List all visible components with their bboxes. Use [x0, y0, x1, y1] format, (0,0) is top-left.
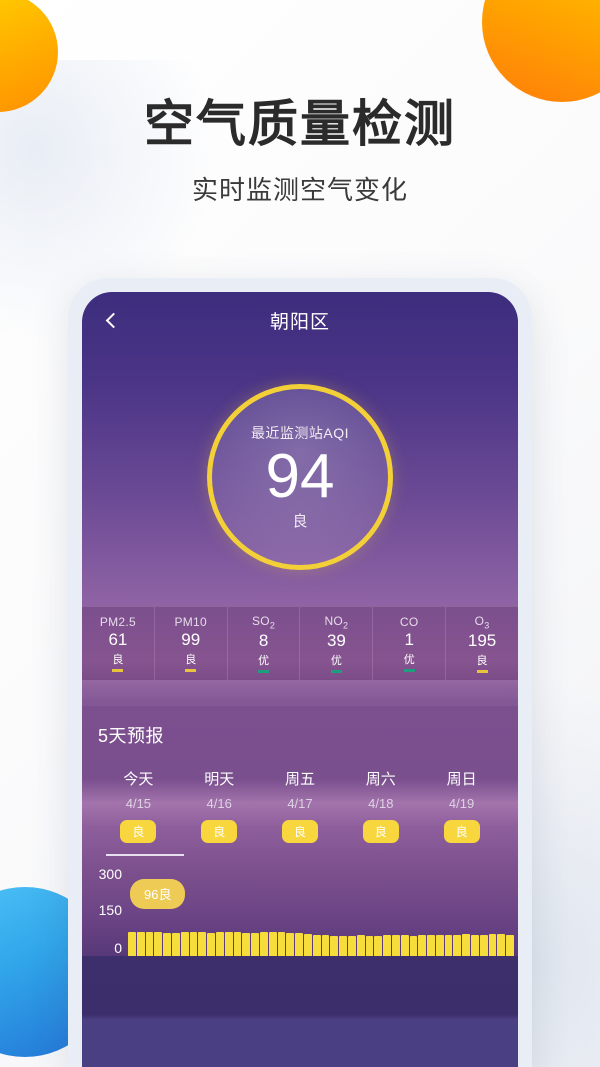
- chart-y-tick-label: 0: [114, 940, 122, 956]
- forecast-level-badge: 良: [362, 820, 399, 843]
- forecast-day-item[interactable]: 今天 4/15 良: [98, 768, 184, 857]
- forecast-day-label: 周五: [284, 771, 315, 788]
- forecast-date-label: 4/19: [448, 796, 475, 811]
- aqi-dial[interactable]: 最近监测站AQI 94 良: [207, 384, 393, 570]
- chart-y-tick-label: 150: [98, 902, 122, 918]
- page-title: 空气质量检测: [144, 96, 456, 152]
- chart-tooltip: 96良: [130, 879, 186, 909]
- forecast-day-label: 周日: [446, 771, 477, 788]
- aqi-dial-value: 94: [265, 441, 335, 511]
- forecast-day-label: 今天: [123, 771, 154, 788]
- pollutant-value: 61: [108, 630, 128, 649]
- section-divider-band: [82, 680, 518, 706]
- forecast-level-badge: 良: [201, 820, 238, 843]
- location-title: 朝阳区: [269, 311, 330, 333]
- pollutant-cell[interactable]: O3 195 良: [446, 607, 518, 680]
- forecast-day-item[interactable]: 周五 4/17 良: [260, 768, 341, 857]
- pollutant-cell[interactable]: PM2.5 61 良: [82, 607, 155, 680]
- aqi-dial-section: 最近监测站AQI 94 良: [82, 348, 518, 606]
- forecast-level-badge: 良: [443, 820, 480, 843]
- forecast-day-item[interactable]: 周日 4/19 良: [421, 768, 502, 857]
- forecast-day-label: 周六: [365, 771, 396, 788]
- decorative-circle-orange-right: [482, 0, 600, 102]
- forecast-date-label: 4/17: [287, 796, 313, 811]
- pollutant-level-badge: 优: [330, 652, 342, 674]
- forecast-title: 5天预报: [98, 726, 165, 746]
- pollutant-name: PM2.5: [99, 615, 136, 629]
- forecast-day-item[interactable]: 明天 4/16 良: [179, 768, 260, 857]
- forecast-day-item[interactable]: 周六 4/18 良: [340, 768, 421, 857]
- forecast-date-label: 4/16: [206, 796, 232, 811]
- pollutant-level-badge: 优: [258, 652, 270, 674]
- pollutant-level-badge: 良: [112, 651, 124, 672]
- forecast-selected-indicator: [106, 854, 184, 856]
- pollutant-value: 1: [404, 630, 414, 649]
- app-screen: 朝阳区 最近监测站AQI 94 良 PM2.5 61 良 PM10 99 良 SO2 8 优 NO…: [82, 292, 518, 1067]
- aqi-dial-caption: 最近监测站AQI: [250, 424, 350, 441]
- page-subtitle: 实时监测空气变化: [191, 175, 408, 205]
- aqi-dial-level: 良: [292, 513, 308, 531]
- pollutant-name: CO: [399, 615, 419, 629]
- screen-bottom-area: [82, 956, 518, 1067]
- pollutant-value: 8: [258, 631, 269, 651]
- pollutant-value: 195: [467, 631, 497, 651]
- pollutant-level-badge: 良: [185, 651, 197, 672]
- forecast-level-badge: 良: [281, 820, 318, 843]
- forecast-day-row: 今天 4/15 良 明天 4/16 良 周五 4/17 良 周六 4/18 良 周日 4/19 良: [98, 768, 502, 857]
- pollutant-name: NO2: [324, 613, 349, 631]
- back-button[interactable]: [100, 307, 126, 333]
- forecast-date-label: 4/15: [125, 796, 152, 811]
- pollutant-value: 99: [181, 630, 201, 649]
- promo-text-block: 空气质量检测 实时监测空气变化: [0, 96, 600, 207]
- pollutant-cell[interactable]: CO 1 优: [373, 607, 447, 680]
- pollutant-name: PM10: [174, 615, 208, 629]
- pollutant-cell[interactable]: NO2 39 优: [300, 607, 374, 680]
- forecast-level-badge: 良: [120, 820, 157, 843]
- pollutant-strip: PM2.5 61 良 PM10 99 良 SO2 8 优 NO2 39 优 CO 1 优 O3 195 良: [82, 606, 518, 680]
- chart-y-tick-label: 300: [98, 866, 122, 882]
- chevron-left-icon: [105, 312, 121, 328]
- pollutant-cell[interactable]: SO2 8 优: [228, 607, 301, 680]
- pollutant-value: 39: [326, 631, 346, 651]
- chart-bars-region: 96良: [128, 869, 515, 961]
- pollutant-level-badge: 优: [403, 651, 415, 672]
- forecast-date-label: 4/18: [368, 796, 394, 811]
- forecast-day-label: 明天: [204, 771, 235, 788]
- pollutant-cell[interactable]: PM10 99 良: [155, 607, 228, 680]
- phone-mockup-frame: 朝阳区 最近监测站AQI 94 良 PM2.5 61 良 PM10 99 良 SO2 8 优 NO…: [68, 278, 532, 1067]
- pollutant-name: SO2: [251, 613, 276, 631]
- app-topbar: 朝阳区: [82, 292, 518, 348]
- pollutant-level-badge: 良: [476, 652, 488, 674]
- forecast-section: 5天预报 今天 4/15 良 明天 4/16 良 周五 4/17 良 周六 4/18 良 周日 4/19 良: [82, 706, 518, 857]
- chart-y-axis: 300 150 0: [82, 866, 128, 961]
- pollutant-name: O3: [474, 613, 490, 631]
